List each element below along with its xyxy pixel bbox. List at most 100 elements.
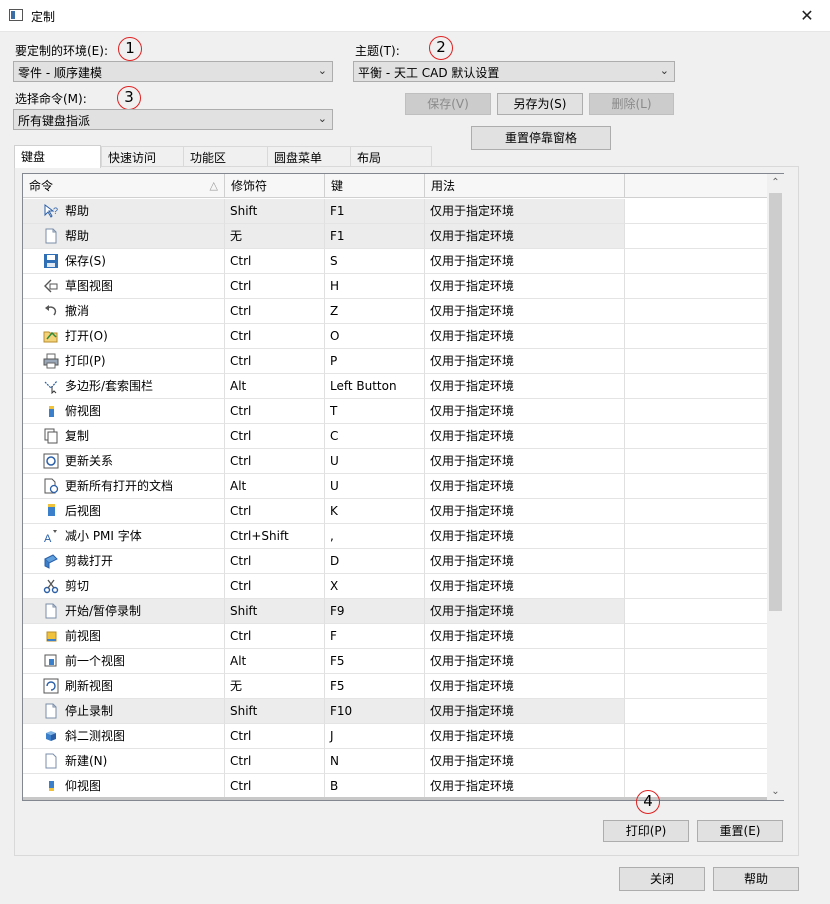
key-cell: C xyxy=(325,424,425,449)
command-name: 停止录制 xyxy=(65,704,114,718)
usage-cell: 仅用于指定环境 xyxy=(425,699,625,724)
close-button[interactable]: 关闭 xyxy=(619,867,705,891)
table-row[interactable]: 后视图 Ctrl K 仅用于指定环境 xyxy=(23,499,767,524)
command-cell: 停止录制 xyxy=(23,699,225,724)
command-cell: A 减小 PMI 字体 xyxy=(23,524,225,549)
usage-cell: 仅用于指定环境 xyxy=(425,449,625,474)
table-row[interactable]: 更新关系 Ctrl U 仅用于指定环境 xyxy=(23,449,767,474)
table-row[interactable]: 多边形/套索围栏 Alt Left Button 仅用于指定环境 xyxy=(23,374,767,399)
key-cell: F5 xyxy=(325,649,425,674)
modifier-cell: Ctrl xyxy=(225,549,325,574)
key-cell: F10 xyxy=(325,699,425,724)
column-header-usage[interactable]: 用法 xyxy=(425,174,625,198)
key-cell: , xyxy=(325,524,425,549)
empty-cell xyxy=(625,624,767,649)
key-cell: D xyxy=(325,549,425,574)
reset-dock-panes-button[interactable]: 重置停靠窗格 xyxy=(471,126,611,150)
column-header-command[interactable]: 命令 △ xyxy=(23,174,225,198)
theme-dropdown[interactable]: 平衡 - 天工 CAD 默认设置 ⌄ xyxy=(353,61,675,82)
sort-ascending-icon: △ xyxy=(209,179,218,192)
modifier-cell: 无 xyxy=(225,674,325,699)
vertical-scrollbar[interactable]: ⌃ ⌄ xyxy=(767,174,784,800)
command-select-dropdown[interactable]: 所有键盘指派 ⌄ xyxy=(13,109,333,130)
reset-button[interactable]: 重置(E) xyxy=(697,820,783,842)
table-row[interactable]: 开始/暂停录制 Shift F9 仅用于指定环境 xyxy=(23,599,767,624)
modifier-cell: Ctrl xyxy=(225,574,325,599)
empty-cell xyxy=(625,674,767,699)
modifier-cell: Ctrl xyxy=(225,249,325,274)
command-name: 帮助 xyxy=(65,204,90,218)
command-cell: 刷新视图 xyxy=(23,674,225,699)
svg-text:?: ? xyxy=(53,206,58,216)
empty-cell xyxy=(625,574,767,599)
key-cell: F xyxy=(325,624,425,649)
table-row[interactable]: 打开(O) Ctrl O 仅用于指定环境 xyxy=(23,324,767,349)
empty-cell xyxy=(625,724,767,749)
empty-cell xyxy=(625,399,767,424)
tab-ribbon[interactable]: 功能区 xyxy=(183,146,269,167)
help-button[interactable]: 帮助 xyxy=(713,867,799,891)
command-cell: 打印(P) xyxy=(23,349,225,374)
top-view-icon xyxy=(43,403,59,419)
table-row[interactable]: 刷新视图 无 F5 仅用于指定环境 xyxy=(23,674,767,699)
command-name: 开始/暂停录制 xyxy=(65,604,142,618)
scrollbar-thumb[interactable] xyxy=(769,193,782,611)
table-row[interactable]: 停止录制 Shift F10 仅用于指定环境 xyxy=(23,699,767,724)
table-row[interactable]: 撤消 Ctrl Z 仅用于指定环境 xyxy=(23,299,767,324)
command-name: 复制 xyxy=(65,429,90,443)
modifier-cell: Shift xyxy=(225,699,325,724)
command-cell: 复制 xyxy=(23,424,225,449)
table-row[interactable]: A 减小 PMI 字体 Ctrl+Shift, 仅用于指定环境 xyxy=(23,524,767,549)
scroll-up-icon[interactable]: ⌃ xyxy=(767,174,784,191)
table-row[interactable]: 新建(N) Ctrl N 仅用于指定环境 xyxy=(23,749,767,774)
table-row[interactable]: 前一个视图 Alt F5 仅用于指定环境 xyxy=(23,649,767,674)
usage-cell: 仅用于指定环境 xyxy=(425,624,625,649)
scroll-down-icon[interactable]: ⌄ xyxy=(767,783,784,800)
save-as-theme-button[interactable]: 另存为(S) xyxy=(497,93,583,115)
column-header-modifier[interactable]: 修饰符 xyxy=(225,174,325,198)
document-icon xyxy=(43,703,59,719)
key-cell: H xyxy=(325,274,425,299)
tab-layout[interactable]: 布局 xyxy=(350,146,432,167)
modifier-cell: Ctrl xyxy=(225,624,325,649)
column-header-key[interactable]: 键 xyxy=(325,174,425,198)
usage-cell: 仅用于指定环境 xyxy=(425,774,625,799)
command-cell: 多边形/套索围栏 xyxy=(23,374,225,399)
command-name: 仰视图 xyxy=(65,779,102,793)
key-cell: K xyxy=(325,499,425,524)
command-cell: 剪切 xyxy=(23,574,225,599)
tab-quick-access[interactable]: 快速访问 xyxy=(101,146,185,167)
tab-keyboard[interactable]: 键盘 xyxy=(14,145,101,168)
command-name: 后视图 xyxy=(65,504,102,518)
table-row[interactable]: 复制 Ctrl C 仅用于指定环境 xyxy=(23,424,767,449)
chevron-down-icon: ⌄ xyxy=(317,64,327,77)
table-row[interactable]: 打印(P) Ctrl P 仅用于指定环境 xyxy=(23,349,767,374)
command-name: 俯视图 xyxy=(65,404,102,418)
save-theme-button[interactable]: 保存(V) xyxy=(405,93,491,115)
usage-cell: 仅用于指定环境 xyxy=(425,299,625,324)
table-row[interactable]: ? 帮助 Shift F1 仅用于指定环境 xyxy=(23,199,767,224)
delete-theme-button[interactable]: 删除(L) xyxy=(589,93,674,115)
table-row[interactable]: 帮助 无 F1 仅用于指定环境 xyxy=(23,224,767,249)
command-cell: ? 帮助 xyxy=(23,199,225,224)
empty-cell xyxy=(625,274,767,299)
table-row[interactable]: 剪裁打开 Ctrl D 仅用于指定环境 xyxy=(23,549,767,574)
tab-radial-menu[interactable]: 圆盘菜单 xyxy=(267,146,352,167)
environment-dropdown[interactable]: 零件 - 顺序建模 ⌄ xyxy=(13,61,333,82)
table-row[interactable]: 前视图 Ctrl F 仅用于指定环境 xyxy=(23,624,767,649)
command-cell: 前一个视图 xyxy=(23,649,225,674)
print-button[interactable]: 打印(P) xyxy=(603,820,689,842)
table-row[interactable]: 更新所有打开的文档 Alt U 仅用于指定环境 xyxy=(23,474,767,499)
table-row[interactable]: 保存(S) Ctrl S 仅用于指定环境 xyxy=(23,249,767,274)
table-row[interactable]: 草图视图 Ctrl H 仅用于指定环境 xyxy=(23,274,767,299)
table-row[interactable]: 剪切 Ctrl X 仅用于指定环境 xyxy=(23,574,767,599)
table-row[interactable]: 俯视图 Ctrl T 仅用于指定环境 xyxy=(23,399,767,424)
modifier-cell: Ctrl xyxy=(225,724,325,749)
close-icon[interactable]: ✕ xyxy=(784,0,830,31)
usage-cell: 仅用于指定环境 xyxy=(425,249,625,274)
key-cell: P xyxy=(325,349,425,374)
empty-cell xyxy=(625,499,767,524)
table-row[interactable]: 斜二测视图 Ctrl J 仅用于指定环境 xyxy=(23,724,767,749)
command-cell: 前视图 xyxy=(23,624,225,649)
environment-value: 零件 - 顺序建模 xyxy=(18,66,102,80)
